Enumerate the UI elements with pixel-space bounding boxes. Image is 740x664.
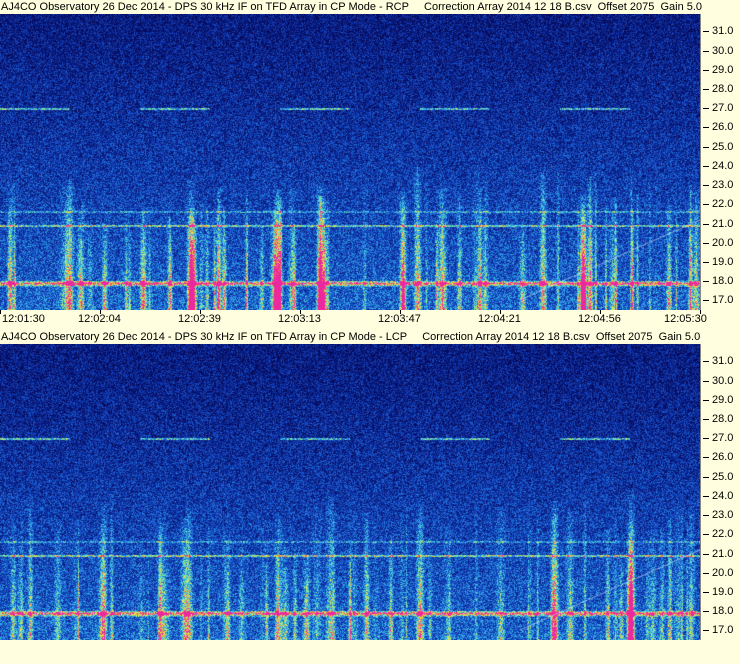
y-tick xyxy=(703,572,709,574)
lcp-title: AJ4CO Observatory 26 Dec 2014 - DPS 30 k… xyxy=(0,330,740,344)
x-tick-label: 12:04:21 xyxy=(478,313,521,325)
y-tick xyxy=(703,553,709,555)
y-tick xyxy=(703,88,709,90)
y-tick-label: 25.0 xyxy=(712,470,734,483)
x-tick-label: 12:01:30 xyxy=(2,313,45,325)
y-tick xyxy=(703,515,709,517)
y-tick-label: 30.0 xyxy=(712,44,734,57)
x-tick-label: 12:04:56 xyxy=(578,313,621,325)
y-tick-label: 25.0 xyxy=(712,140,734,153)
y-tick-label: 20.0 xyxy=(712,566,734,579)
y-tick xyxy=(703,108,709,110)
y-tick xyxy=(703,476,709,478)
y-tick xyxy=(703,418,709,420)
y-tick-label: 18.0 xyxy=(712,605,734,618)
y-tick xyxy=(703,69,709,71)
y-tick-label: 24.0 xyxy=(712,489,734,502)
y-tick-label: 20.0 xyxy=(712,236,734,249)
y-tick-label: 28.0 xyxy=(712,82,734,95)
y-tick xyxy=(703,261,709,263)
y-tick-label: 26.0 xyxy=(712,121,734,134)
y-tick xyxy=(703,223,709,225)
y-tick xyxy=(703,380,709,382)
y-tick xyxy=(703,204,709,206)
y-tick xyxy=(703,630,709,632)
rcp-frequency-axis: 31.0 30.0 29.0 28.0 27.0 26.0 25.0 24.0 23.0 22.0… xyxy=(700,14,740,310)
y-tick-label: 30.0 xyxy=(712,374,734,387)
y-tick-label: 24.0 xyxy=(712,159,734,172)
y-tick xyxy=(703,185,709,187)
y-tick-label: 21.0 xyxy=(712,547,734,560)
y-tick xyxy=(703,611,709,613)
y-tick-label: 19.0 xyxy=(712,585,734,598)
y-tick xyxy=(703,281,709,283)
y-tick-label: 27.0 xyxy=(712,102,734,115)
y-tick xyxy=(703,300,709,302)
y-tick xyxy=(703,31,709,33)
y-tick-label: 27.0 xyxy=(712,432,734,445)
y-tick xyxy=(703,438,709,440)
x-tick-label: 12:02:39 xyxy=(178,313,221,325)
y-tick-label: 19.0 xyxy=(712,255,734,268)
rcp-time-axis: 12:01:30 12:02:04 12:02:39 12:03:13 12:03:47… xyxy=(0,310,740,330)
y-tick-label: 18.0 xyxy=(712,275,734,288)
lcp-panel: AJ4CO Observatory 26 Dec 2014 - DPS 30 k… xyxy=(0,330,740,664)
y-tick xyxy=(703,165,709,167)
y-tick-label: 17.0 xyxy=(712,294,734,307)
y-tick-label: 31.0 xyxy=(712,355,734,368)
y-tick-label: 26.0 xyxy=(712,451,734,464)
x-tick-label: 12:05:30 xyxy=(664,313,707,325)
y-tick xyxy=(703,242,709,244)
y-tick xyxy=(703,361,709,363)
y-tick-label: 23.0 xyxy=(712,179,734,192)
y-tick xyxy=(703,534,709,536)
y-tick-label: 28.0 xyxy=(712,412,734,425)
y-tick-label: 17.0 xyxy=(712,624,734,637)
y-tick xyxy=(703,495,709,497)
y-tick-label: 29.0 xyxy=(712,63,734,76)
x-tick-label: 12:03:13 xyxy=(278,313,321,325)
rcp-title: AJ4CO Observatory 26 Dec 2014 - DPS 30 k… xyxy=(0,0,740,14)
y-tick-label: 31.0 xyxy=(712,25,734,38)
y-tick-label: 23.0 xyxy=(712,509,734,522)
y-tick xyxy=(703,457,709,459)
x-tick xyxy=(0,310,1,314)
lcp-frequency-axis: 31.0 30.0 29.0 28.0 27.0 26.0 25.0 24.0 23.0 22.0… xyxy=(700,344,740,640)
y-tick xyxy=(703,591,709,593)
rcp-spectrogram xyxy=(0,14,700,310)
y-tick xyxy=(703,399,709,401)
y-tick-label: 22.0 xyxy=(712,198,734,211)
x-tick-label: 12:02:04 xyxy=(78,313,121,325)
y-tick xyxy=(703,127,709,129)
lcp-bottom-strip xyxy=(0,640,740,664)
lcp-spectrogram xyxy=(0,344,700,640)
y-tick-label: 22.0 xyxy=(712,528,734,541)
y-tick-label: 29.0 xyxy=(712,393,734,406)
rcp-panel: AJ4CO Observatory 26 Dec 2014 - DPS 30 k… xyxy=(0,0,740,330)
x-tick-label: 12:03:47 xyxy=(378,313,421,325)
y-tick xyxy=(703,50,709,52)
y-tick-label: 21.0 xyxy=(712,217,734,230)
y-tick xyxy=(703,146,709,148)
